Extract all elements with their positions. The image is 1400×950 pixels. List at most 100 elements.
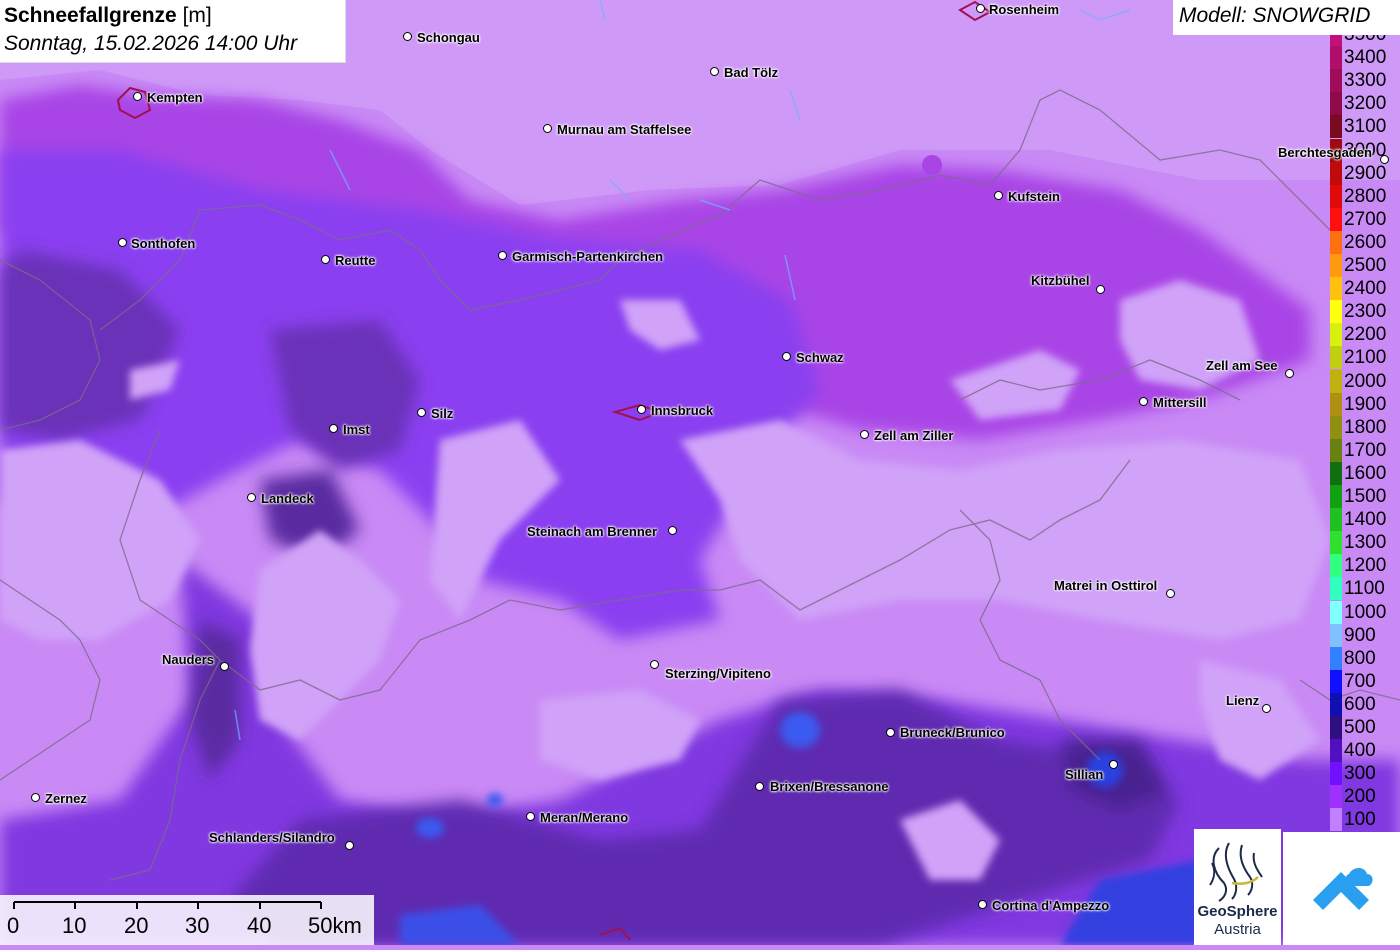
legend-label: 300 xyxy=(1344,763,1376,785)
city-marker[interactable] xyxy=(994,191,1003,200)
cloud-logo[interactable] xyxy=(1283,832,1400,945)
legend-label: 600 xyxy=(1344,693,1376,715)
city-label[interactable]: Schwaz xyxy=(796,350,844,365)
legend-label: 1100 xyxy=(1344,578,1385,600)
city-label[interactable]: Sonthofen xyxy=(131,236,195,251)
legend-swatch xyxy=(1330,184,1342,208)
city-label[interactable]: Mittersill xyxy=(1153,395,1206,410)
city-label[interactable]: Cortina d'Ampezzo xyxy=(992,898,1109,913)
city-label[interactable]: Schongau xyxy=(417,30,480,45)
city-label[interactable]: Rosenheim xyxy=(989,2,1059,17)
city-label[interactable]: Kempten xyxy=(147,90,203,105)
city-marker[interactable] xyxy=(133,92,142,101)
city-label[interactable]: Bruneck/Brunico xyxy=(900,725,1005,740)
legend-label: 500 xyxy=(1344,717,1376,738)
city-marker[interactable] xyxy=(650,660,659,669)
city-marker[interactable] xyxy=(31,793,40,802)
legend-row-500: 500 xyxy=(1328,716,1400,739)
legend-row-1500: 1500 xyxy=(1328,485,1400,508)
city-label[interactable]: Bad Tölz xyxy=(724,65,778,80)
legend-label: 1200 xyxy=(1344,555,1387,577)
city-marker[interactable] xyxy=(886,728,895,737)
city-marker[interactable] xyxy=(403,32,412,41)
city-marker[interactable] xyxy=(710,67,719,76)
city-marker[interactable] xyxy=(345,841,354,850)
city-label[interactable]: Garmisch-Partenkirchen xyxy=(512,249,663,264)
city-label[interactable]: Berchtesgaden xyxy=(1278,145,1372,160)
scale-tick-20: 20 xyxy=(124,913,149,938)
city-marker[interactable] xyxy=(220,662,229,671)
city-label[interactable]: Schlanders/Silandro xyxy=(209,830,335,845)
city-marker[interactable] xyxy=(1109,760,1118,769)
city-label[interactable]: Silz xyxy=(431,406,453,421)
scale-tick-10: 10 xyxy=(62,913,87,938)
city-marker[interactable] xyxy=(1139,397,1148,406)
city-marker[interactable] xyxy=(498,251,507,260)
city-marker[interactable] xyxy=(1380,155,1389,164)
map-date: Sonntag, 15.02.2026 14:00 Uhr xyxy=(4,32,298,55)
city-marker[interactable] xyxy=(637,405,646,414)
city-marker[interactable] xyxy=(417,408,426,417)
city-label[interactable]: Landeck xyxy=(261,491,314,506)
city-marker[interactable] xyxy=(247,493,256,502)
legend-row-900: 900 xyxy=(1328,623,1400,647)
legend-label: 2100 xyxy=(1344,347,1387,369)
city-label[interactable]: Murnau am Staffelsee xyxy=(557,122,691,137)
city-marker[interactable] xyxy=(1096,285,1105,294)
city-marker[interactable] xyxy=(526,812,535,821)
snowfall-limit-map[interactable] xyxy=(0,0,1400,945)
city-label[interactable]: Reutte xyxy=(335,253,375,268)
geosphere-logo[interactable]: GeoSphere Austria xyxy=(1194,829,1281,945)
city-label[interactable]: Lienz xyxy=(1226,693,1259,708)
legend-swatch xyxy=(1330,646,1342,670)
city-label[interactable]: Zernez xyxy=(45,791,87,806)
city-marker[interactable] xyxy=(668,526,677,535)
legend-swatch xyxy=(1330,600,1342,624)
legend-swatch xyxy=(1330,531,1342,555)
city-marker[interactable] xyxy=(329,424,338,433)
legend-label: 1900 xyxy=(1344,393,1387,415)
legend-row-1000: 1000 xyxy=(1328,600,1400,624)
map-title-panel: Schneefallgrenze [m] Sonntag, 15.02.2026… xyxy=(0,0,346,63)
city-label[interactable]: Meran/Merano xyxy=(540,810,628,825)
city-marker[interactable] xyxy=(1262,704,1271,713)
scale-tick-30: 30 xyxy=(185,913,210,938)
legend-swatch xyxy=(1330,277,1342,301)
city-label[interactable]: Imst xyxy=(343,422,370,437)
city-label[interactable]: Steinach am Brenner xyxy=(527,524,657,539)
city-label[interactable]: Sterzing/Vipiteno xyxy=(665,666,771,681)
city-label[interactable]: Innsbruck xyxy=(651,403,713,418)
city-marker[interactable] xyxy=(1285,369,1294,378)
city-marker[interactable] xyxy=(782,352,791,361)
city-marker[interactable] xyxy=(976,4,985,13)
legend-swatch xyxy=(1330,161,1342,185)
city-marker[interactable] xyxy=(543,124,552,133)
legend-row-1800: 1800 xyxy=(1328,415,1400,439)
legend-swatch xyxy=(1330,623,1342,647)
city-label[interactable]: Brixen/Bressanone xyxy=(770,779,889,794)
legend-swatch xyxy=(1330,692,1342,716)
city-marker[interactable] xyxy=(1166,589,1175,598)
title-unit: [m] xyxy=(182,4,212,27)
legend-row-3400: 3400 xyxy=(1328,46,1400,70)
legend-row-1700: 1700 xyxy=(1328,438,1400,462)
city-label[interactable]: Zell am See xyxy=(1206,358,1278,373)
city-label[interactable]: Kufstein xyxy=(1008,189,1060,204)
city-marker[interactable] xyxy=(118,238,127,247)
city-marker[interactable] xyxy=(321,255,330,264)
legend-swatch xyxy=(1330,92,1342,116)
city-label[interactable]: Nauders xyxy=(162,652,214,667)
legend-row-1600: 1600 xyxy=(1328,461,1400,485)
legend-label: 2200 xyxy=(1344,324,1387,346)
city-label[interactable]: Matrei in Osttirol xyxy=(1054,578,1157,593)
city-marker[interactable] xyxy=(755,782,764,791)
city-marker[interactable] xyxy=(860,430,869,439)
legend-swatch xyxy=(1330,739,1342,763)
city-label[interactable]: Sillian xyxy=(1065,767,1103,782)
map-spot-magenta xyxy=(922,155,942,175)
legend-label: 3500 xyxy=(1344,35,1386,46)
city-label[interactable]: Zell am Ziller xyxy=(874,428,953,443)
city-label[interactable]: Kitzbühel xyxy=(1031,273,1090,288)
legend-row-400: 400 xyxy=(1328,739,1400,763)
city-marker[interactable] xyxy=(978,900,987,909)
